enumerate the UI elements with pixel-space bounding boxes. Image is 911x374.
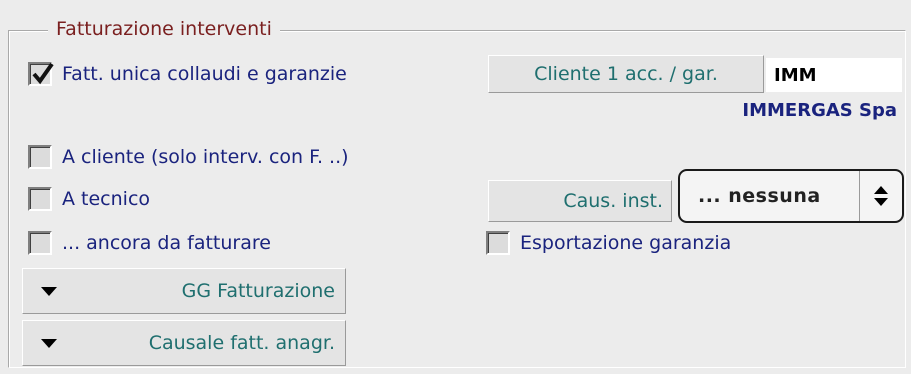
cliente-acc-button[interactable]: Cliente 1 acc. / gar. (488, 55, 764, 93)
updown-arrows-icon (859, 171, 902, 221)
checkbox-ancora[interactable] (28, 231, 52, 255)
gg-fatturazione-label: GG Fatturazione (181, 280, 335, 302)
checkbox-cliente-label: A cliente (solo interv. con F. ..) (62, 146, 349, 168)
checkbox-cliente[interactable] (28, 145, 52, 169)
chevron-down-icon (41, 338, 57, 348)
check-row-esportazione[interactable]: Esportazione garanzia (486, 227, 731, 259)
check-row-ancora[interactable]: ... ancora da fatturare (28, 227, 271, 259)
group-title: Fatturazione interventi (48, 14, 280, 44)
causale-inst-select[interactable]: ... nessuna (678, 169, 904, 223)
client-name-label: IMMERGAS Spa (742, 100, 897, 121)
checkbox-unica-label: Fatt. unica collaudi e garanzie (62, 63, 347, 85)
causale-inst-button[interactable]: Caus. inst. (488, 180, 672, 222)
check-row-cliente[interactable]: A cliente (solo interv. con F. ..) (28, 141, 349, 173)
checkbox-ancora-label: ... ancora da fatturare (62, 232, 271, 254)
chevron-down-icon (41, 286, 57, 296)
check-mark-icon (32, 62, 54, 85)
checkbox-unica[interactable] (28, 62, 54, 86)
check-row-tecnico[interactable]: A tecnico (28, 183, 150, 215)
causale-anagr-label: Causale fatt. anagr. (148, 332, 335, 354)
causale-anagr-menu[interactable]: Causale fatt. anagr. (22, 320, 346, 366)
causale-inst-value: ... nessuna (698, 185, 821, 207)
checkbox-esportazione[interactable] (486, 231, 510, 255)
checkbox-tecnico-label: A tecnico (62, 188, 151, 210)
cliente-code-field[interactable]: IMM (766, 58, 902, 92)
checkbox-esportazione-label: Esportazione garanzia (520, 232, 732, 254)
check-row-unica[interactable]: Fatt. unica collaudi e garanzie (28, 58, 347, 90)
checkbox-tecnico[interactable] (28, 187, 52, 211)
gg-fatturazione-menu[interactable]: GG Fatturazione (22, 268, 346, 314)
